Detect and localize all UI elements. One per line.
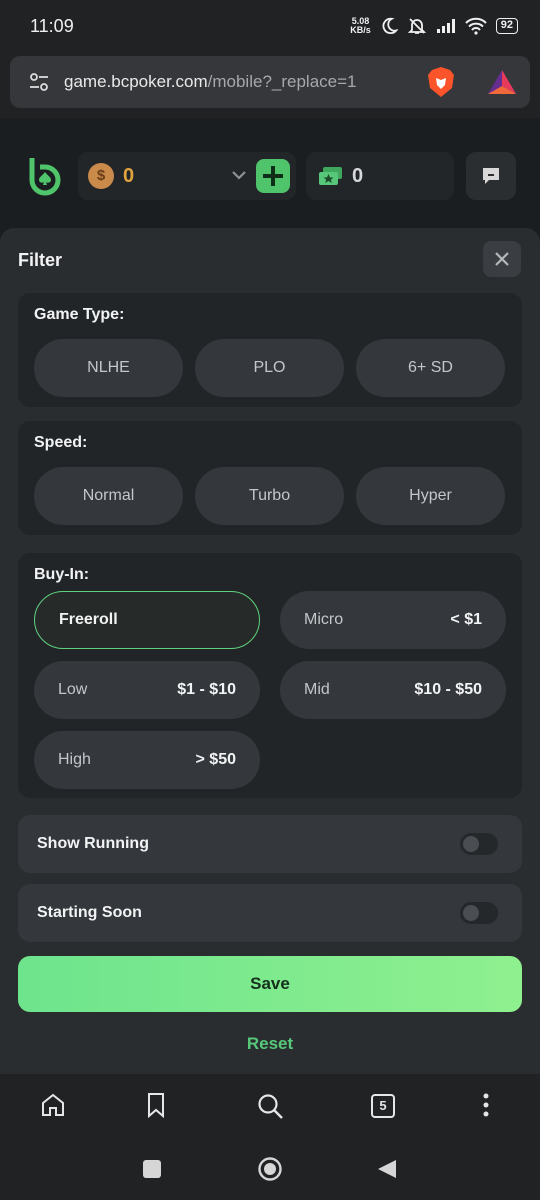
buy-in-option-name: Freeroll [59,611,118,628]
buy-in-option-name: Low [58,681,88,698]
show-running-label: Show Running [37,835,149,852]
status-time: 11:09 [30,15,74,36]
game-type-label: Game Type: [34,306,125,323]
game-type-section: Game Type: NLHE PLO 6+ SD [18,293,522,407]
buy-in-label: Buy-In: [34,566,90,583]
site-settings-icon[interactable] [28,71,50,93]
buy-in-option-range: > $50 [195,751,236,768]
plus-icon [263,166,283,186]
close-icon [495,252,509,266]
buy-in-section: Buy-In: Freeroll Micro < $1 Low $1 - $10… [18,553,522,798]
browser-toolbar: game.bcpoker.com/mobile?_replace=1 [0,52,540,118]
battery-indicator: 92 [495,18,518,34]
game-type-option-plo[interactable]: PLO [195,339,344,397]
starting-soon-toggle[interactable] [460,902,498,924]
android-home-icon[interactable] [257,1156,283,1182]
address-bar[interactable]: game.bcpoker.com/mobile?_replace=1 [10,56,530,108]
toggle-knob [463,905,479,921]
speed-label: Speed: [34,434,88,451]
bcpoker-logo-icon[interactable] [26,156,64,196]
speed-option-turbo[interactable]: Turbo [195,467,344,525]
tabs-button[interactable]: 5 [371,1094,395,1118]
deposit-button[interactable] [256,159,290,193]
bookmark-icon[interactable] [145,1092,167,1118]
filter-title: Filter [18,250,63,270]
android-navigation-bar [0,1138,540,1200]
chat-icon [483,168,499,184]
starting-soon-label: Starting Soon [37,904,142,921]
chat-button[interactable] [466,152,516,200]
speed-option-hyper[interactable]: Hyper [356,467,505,525]
buy-in-option-low[interactable]: Low $1 - $10 [34,661,260,719]
url-domain: game.bcpoker.com [64,72,208,91]
balance-value: 0 [123,164,135,187]
buy-in-option-high[interactable]: High > $50 [34,731,260,789]
buy-in-option-name: High [58,751,91,768]
starting-soon-row[interactable]: Starting Soon [18,884,522,942]
game-type-option-nlhe[interactable]: NLHE [34,339,183,397]
coin-icon: $ [88,163,114,189]
save-button[interactable]: Save [18,956,522,1012]
network-speed: 5.08 KB/s [350,17,371,35]
close-button[interactable] [483,241,521,277]
filter-panel: Filter Game Type: NLHE PLO 6+ SD Speed: … [0,228,540,1074]
buy-in-option-name: Mid [304,681,330,698]
url-text[interactable]: game.bcpoker.com/mobile?_replace=1 [64,72,357,92]
buy-in-option-name: Micro [304,611,344,628]
status-icons: 5.08 KB/s 92 [350,16,518,36]
signal-icon [436,19,455,33]
show-running-row[interactable]: Show Running [18,815,522,873]
brave-shield-icon[interactable] [426,66,456,98]
more-menu-icon[interactable] [480,1092,492,1118]
brave-rewards-icon[interactable] [486,68,518,96]
status-bar: 11:09 5.08 KB/s 92 [0,0,540,52]
buy-in-option-micro[interactable]: Micro < $1 [280,591,506,649]
buy-in-option-mid[interactable]: Mid $10 - $50 [280,661,506,719]
moon-icon [382,17,398,35]
speed-option-normal[interactable]: Normal [34,467,183,525]
wifi-icon [465,17,487,35]
search-icon[interactable] [256,1092,284,1120]
buy-in-option-freeroll[interactable]: Freeroll [34,591,260,649]
back-icon[interactable] [376,1158,398,1180]
buy-in-option-range: $1 - $10 [177,681,236,698]
speed-section: Speed: Normal Turbo Hyper [18,421,522,535]
show-running-toggle[interactable] [460,833,498,855]
game-header: $ 0 0 [0,118,540,228]
bonus-balance-value: 0 [352,164,364,187]
home-icon[interactable] [40,1092,66,1118]
bell-off-icon [407,18,426,34]
toggle-knob [463,836,479,852]
recent-apps-icon[interactable] [142,1159,162,1179]
buy-in-option-range: $10 - $50 [414,681,482,698]
bonus-balance[interactable]: 0 [306,152,454,200]
balance-selector[interactable]: $ 0 [78,152,296,200]
network-speed-unit: KB/s [350,25,371,35]
game-type-option-6plus-sd[interactable]: 6+ SD [356,339,505,397]
cash-star-icon [319,167,342,185]
url-path: /mobile?_replace=1 [207,72,357,91]
chevron-down-icon[interactable] [230,166,248,184]
reset-link[interactable]: Reset [0,1034,540,1054]
browser-bottom-nav: 5 [0,1074,540,1138]
buy-in-option-range: < $1 [450,611,482,628]
